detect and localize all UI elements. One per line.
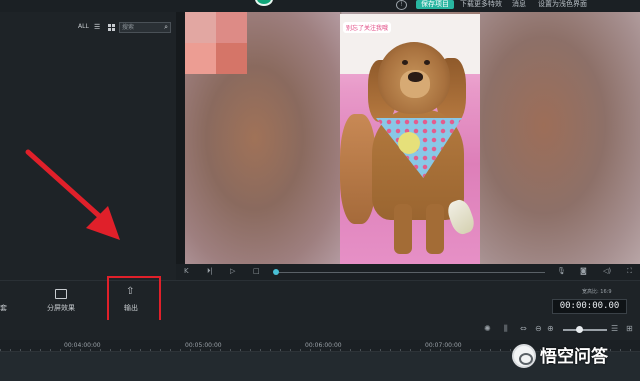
timeline-toolbar: ✺ ⫼ ⇔ ⊖ ⊕ ☰ ⊞: [0, 320, 640, 340]
playback-progress-track[interactable]: [275, 272, 545, 273]
mosaic-overlay: [185, 12, 247, 74]
play-icon[interactable]: ▷: [230, 267, 235, 276]
zoom-slider-handle[interactable]: [576, 326, 583, 333]
skip-back-icon[interactable]: K: [184, 267, 189, 276]
search-input[interactable]: 搜索 ⌕: [119, 22, 171, 33]
light-theme-link[interactable]: 设置为浅色界面: [538, 0, 587, 9]
fit-timeline-icon[interactable]: ⇔: [520, 324, 527, 334]
info-icon[interactable]: !: [396, 0, 407, 10]
playback-bar: K ⏵| ▷ □ 🎙 ◙ ◁) ⛶: [176, 264, 640, 280]
save-project-button[interactable]: 保存项目: [416, 0, 454, 9]
ruler-label: 00:04:00:00: [64, 342, 101, 349]
search-icon: ⌕: [164, 23, 168, 31]
audio-mix-icon[interactable]: ⫼: [504, 324, 508, 334]
top-bar: ! 保存项目 下载更多特效 消息 设置为浅色界面: [0, 0, 640, 12]
volume-icon[interactable]: ◁): [603, 267, 611, 276]
zoom-out-icon[interactable]: ⊖: [535, 324, 542, 334]
render-icon[interactable]: ✺: [484, 324, 491, 334]
blurred-background-right: [480, 12, 640, 264]
stop-icon[interactable]: □: [253, 267, 260, 276]
filter-all[interactable]: ALL: [78, 23, 89, 30]
ruler-label: 00:05:00:00: [185, 342, 222, 349]
watermark: 悟空问答: [512, 344, 636, 370]
video-preview[interactable]: 别忘了关注我哦: [185, 12, 640, 264]
watermark-text: 悟空问答: [540, 347, 608, 367]
download-more-effects-link[interactable]: 下载更多特效: [460, 0, 502, 9]
video-frame: 别忘了关注我哦: [340, 14, 480, 264]
fullscreen-icon[interactable]: ⛶: [627, 267, 632, 276]
app-logo-icon: [255, 0, 273, 6]
list-view-icon[interactable]: ☰: [94, 24, 102, 31]
list-icon[interactable]: ☰: [611, 324, 618, 334]
annotation-highlight-box: [107, 276, 161, 325]
aspect-ratio-label: 宽高比: 16:9: [582, 289, 612, 295]
video-caption: 别忘了关注我哦: [343, 22, 392, 33]
search-placeholder: 搜索: [122, 24, 135, 31]
grid-view-icon[interactable]: [108, 24, 115, 31]
watermark-logo-icon: [512, 344, 536, 368]
messages-link[interactable]: 消息: [512, 0, 526, 9]
split-screen-label: 分屏效果: [47, 304, 75, 312]
editing-toolbar: 套 分屏效果 输出: [0, 280, 640, 320]
second-dog: [340, 114, 376, 224]
timecode-display[interactable]: 00:00:00.00: [552, 299, 627, 314]
grid-icon[interactable]: ⊞: [626, 324, 633, 334]
ruler-label: 00:07:00:00: [425, 342, 462, 349]
annotation-arrow-icon: [25, 149, 120, 240]
split-screen-tool[interactable]: 分屏效果: [47, 289, 75, 313]
partial-tool-label[interactable]: 套: [0, 303, 7, 313]
ruler-label: 00:06:00:00: [305, 342, 342, 349]
step-icon[interactable]: ⏵|: [207, 267, 213, 276]
playhead-handle[interactable]: [273, 269, 279, 275]
zoom-in-icon[interactable]: ⊕: [547, 324, 554, 334]
snapshot-icon[interactable]: ◙: [580, 267, 587, 276]
panel-divider[interactable]: [176, 12, 185, 264]
microphone-icon[interactable]: 🎙: [557, 267, 566, 276]
zoom-slider-track[interactable]: [563, 329, 607, 331]
split-screen-icon: [55, 289, 67, 299]
